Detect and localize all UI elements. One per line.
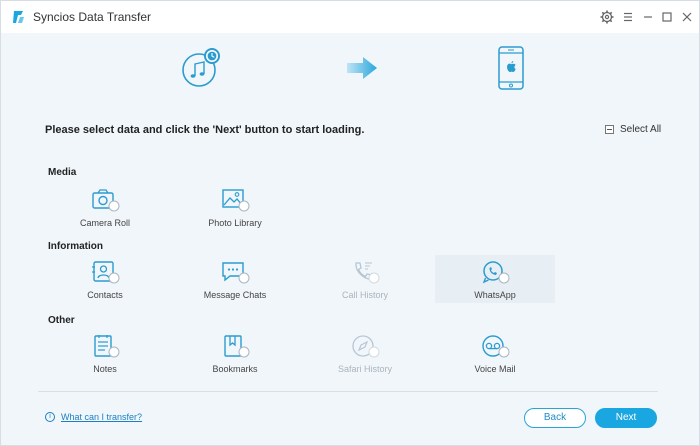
back-button[interactable]: Back <box>524 408 586 428</box>
notes-icon <box>94 335 120 358</box>
app-logo-icon <box>13 11 24 23</box>
camera-icon <box>92 189 120 212</box>
help-link-text[interactable]: What can I transfer? <box>61 412 142 422</box>
item-contacts[interactable]: Contacts <box>45 260 165 320</box>
next-button[interactable]: Next <box>595 408 657 428</box>
section-label-media: Media <box>48 167 77 178</box>
info-icon: i <box>45 412 55 422</box>
section-label-information: Information <box>48 241 103 252</box>
contacts-icon <box>92 261 120 284</box>
title-bar: Syncios Data Transfer <box>1 1 699 33</box>
maximize-icon[interactable] <box>659 9 675 25</box>
arrow-right-icon <box>347 57 377 79</box>
settings-icon[interactable] <box>599 9 615 25</box>
item-label: Photo Library <box>208 218 262 228</box>
iphone-icon <box>498 46 524 90</box>
item-label: Camera Roll <box>79 218 130 228</box>
item-whatsapp[interactable]: WhatsApp <box>435 255 555 303</box>
voicemail-icon <box>482 335 510 358</box>
item-call-history[interactable]: Call History <box>305 260 425 320</box>
item-label: Bookmarks <box>212 364 258 374</box>
item-label: Voice Mail <box>474 364 516 374</box>
music-circle-icon <box>182 48 220 87</box>
phone-icon <box>355 262 380 284</box>
item-safari-history[interactable]: Safari History <box>305 334 425 394</box>
item-photo-library[interactable]: Photo Library <box>175 188 295 248</box>
item-label: Message Chats <box>203 290 267 300</box>
whatsapp-icon <box>482 261 510 284</box>
app-window: Syncios Data Transfer Please select data… <box>0 0 700 446</box>
close-icon[interactable] <box>679 9 695 25</box>
section-label-other: Other <box>48 315 75 326</box>
checkbox-box[interactable] <box>605 125 614 134</box>
item-message-chats[interactable]: Message Chats <box>175 260 295 320</box>
select-all-label: Select All <box>620 124 662 135</box>
bookmark-icon <box>224 335 250 358</box>
item-label: Contacts <box>87 290 123 300</box>
item-label: Notes <box>93 364 117 374</box>
item-notes[interactable]: Notes <box>45 334 165 394</box>
item-bookmarks[interactable]: Bookmarks <box>175 334 295 394</box>
item-label: WhatsApp <box>474 290 516 300</box>
footer-divider <box>38 391 658 392</box>
window-title: Syncios Data Transfer <box>33 10 152 24</box>
item-label: Safari History <box>337 364 392 374</box>
minimize-icon[interactable] <box>640 9 656 25</box>
item-camera-roll[interactable]: Camera Roll <box>45 188 165 248</box>
help-link[interactable]: i What can I transfer? <box>45 412 142 422</box>
compass-icon <box>352 335 380 358</box>
item-voice-mail[interactable]: Voice Mail <box>435 334 555 394</box>
select-all-checkbox[interactable]: Select All <box>605 124 661 135</box>
instruction-text: Please select data and click the 'Next' … <box>45 124 365 136</box>
item-label: Call History <box>341 290 388 300</box>
message-icon <box>222 262 250 284</box>
menu-icon[interactable] <box>620 9 636 25</box>
photo-icon <box>222 189 250 212</box>
